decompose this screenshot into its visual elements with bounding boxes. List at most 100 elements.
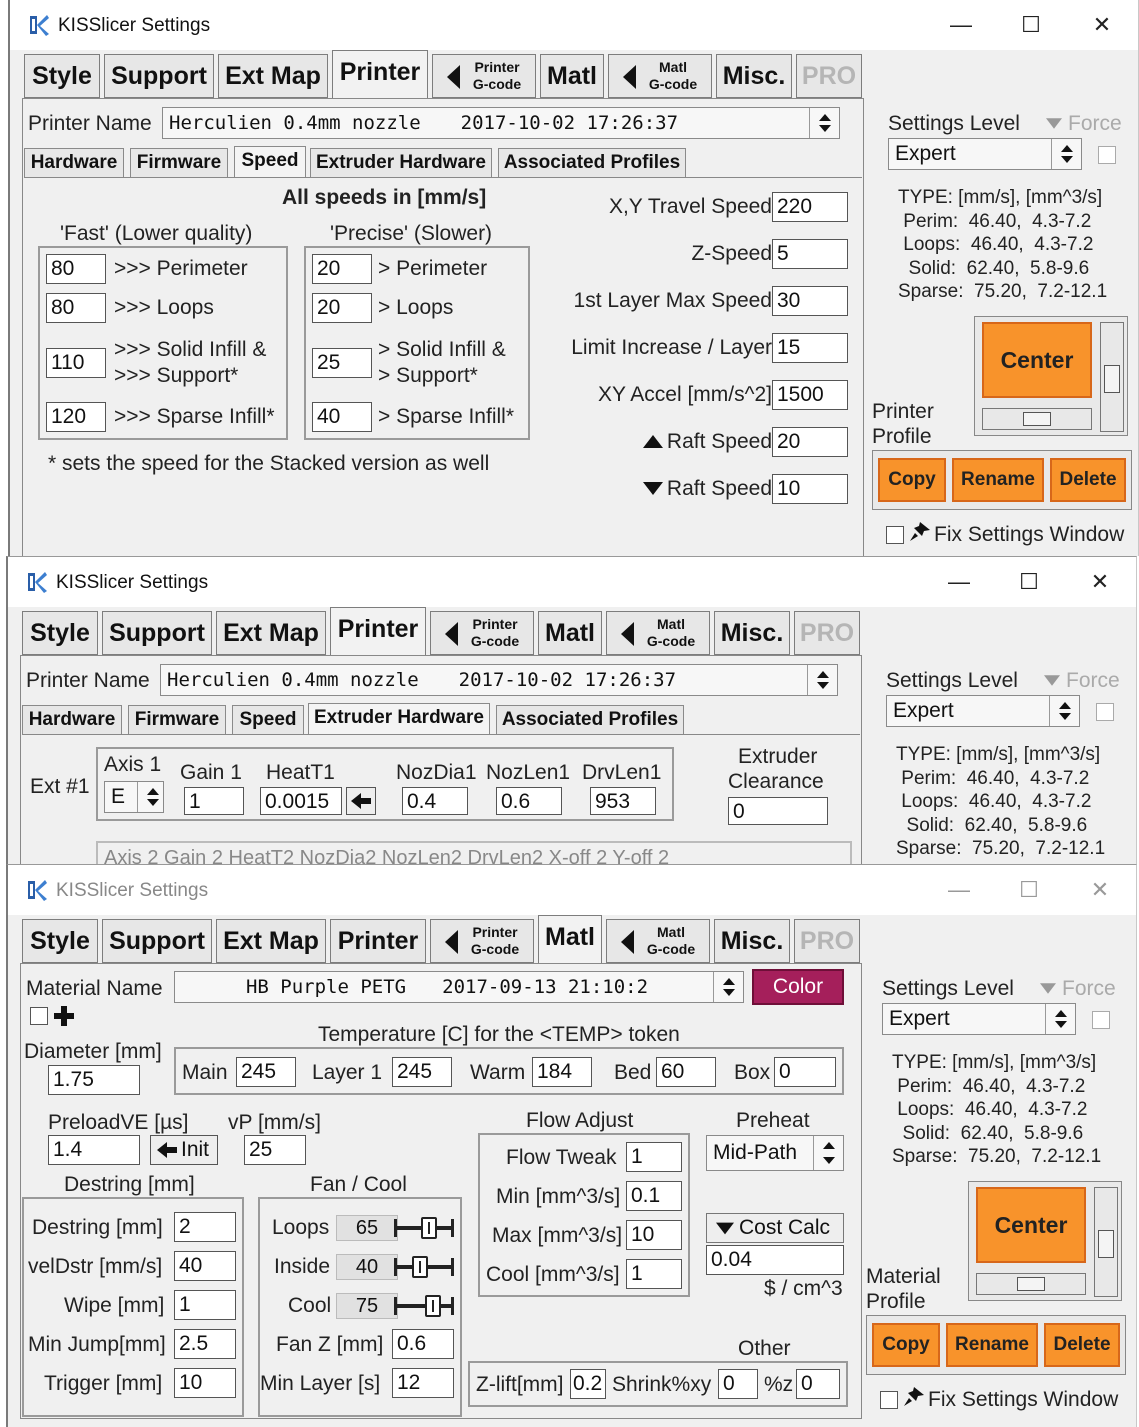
minimize-icon[interactable]: —	[940, 567, 978, 597]
tab-style[interactable]: Style	[22, 919, 98, 963]
fix-settings-checkbox[interactable]	[886, 526, 904, 544]
delete-button[interactable]: Delete	[1050, 458, 1126, 502]
scroll-thumb[interactable]	[1098, 1230, 1114, 1258]
center-button[interactable]: Center	[982, 322, 1092, 398]
vertical-scrollbar[interactable]	[1094, 1187, 1118, 1297]
zlift-input[interactable]: 0.2	[570, 1369, 606, 1399]
tab-matl-gcode[interactable]: Matl G-code	[606, 919, 710, 963]
copy-button[interactable]: Copy	[878, 458, 946, 502]
subtab-hardware[interactable]: Hardware	[22, 705, 122, 735]
vertical-scrollbar[interactable]	[1100, 322, 1124, 432]
min-layer-input[interactable]: 12	[392, 1368, 454, 1398]
rename-button[interactable]: Rename	[952, 458, 1044, 502]
close-icon[interactable]: ✕	[1081, 567, 1119, 597]
preheat-select[interactable]: Mid-Path	[706, 1135, 844, 1171]
raft-speed-up-input[interactable]: 20	[772, 427, 848, 457]
color-button[interactable]: Color	[752, 969, 844, 1005]
precise-loops-input[interactable]: 20	[312, 293, 372, 323]
precise-sparse-input[interactable]: 40	[312, 402, 372, 432]
fast-perimeter-input[interactable]: 80	[46, 254, 106, 284]
tab-style[interactable]: Style	[22, 611, 98, 655]
subtab-speed[interactable]: Speed	[232, 705, 304, 735]
tab-printer-gcode[interactable]: Printer G-code	[432, 54, 536, 98]
close-icon[interactable]: ✕	[1083, 10, 1121, 40]
slider-knob[interactable]	[421, 1217, 438, 1239]
title-bar[interactable]: KISSlicer Settings — ☐ ✕	[10, 0, 1138, 50]
printer-name-select[interactable]: Herculien 0.4mm nozzle 2017-10-02 17:26:3…	[160, 664, 838, 696]
shrinkz-input[interactable]: 0	[796, 1369, 840, 1399]
tab-support[interactable]: Support	[102, 611, 212, 655]
slider-knob[interactable]	[425, 1295, 441, 1317]
fan-inside-slider[interactable]	[394, 1254, 454, 1280]
fast-solid-input[interactable]: 110	[46, 348, 106, 378]
tab-ext-map[interactable]: Ext Map	[216, 611, 326, 655]
clearance-input[interactable]: 0	[728, 797, 828, 825]
horizontal-scrollbar[interactable]	[976, 1273, 1086, 1295]
tab-printer-gcode[interactable]: Printer G-code	[430, 919, 534, 963]
tab-matl-gcode[interactable]: Matl G-code	[606, 611, 710, 655]
subtab-associated-profiles[interactable]: Associated Profiles	[496, 705, 684, 735]
tab-matl[interactable]: Matl	[538, 915, 602, 963]
flow-tweak-input[interactable]: 1	[626, 1142, 682, 1172]
xy-accel-input[interactable]: 1500	[772, 380, 848, 410]
minimize-icon[interactable]: —	[940, 875, 978, 905]
subtab-extruder-hardware[interactable]: Extruder Hardware	[310, 148, 492, 178]
shrinkxy-input[interactable]: 0	[718, 1369, 758, 1399]
subtab-extruder-hardware[interactable]: Extruder Hardware	[308, 703, 490, 735]
preload-input[interactable]: 1.4	[48, 1135, 140, 1165]
tab-style[interactable]: Style	[24, 54, 100, 98]
limit-increase-input[interactable]: 15	[772, 333, 848, 363]
fanz-input[interactable]: 0.6	[392, 1329, 454, 1359]
maximize-icon[interactable]: ☐	[1010, 567, 1048, 597]
tab-pro[interactable]: PRO	[796, 54, 862, 98]
temp-box-input[interactable]: 0	[774, 1057, 836, 1087]
add-material-checkbox[interactable]	[30, 1007, 48, 1025]
destring-input[interactable]: 2	[174, 1212, 236, 1242]
subtab-associated-profiles[interactable]: Associated Profiles	[498, 148, 686, 178]
force-checkbox[interactable]	[1092, 1011, 1110, 1029]
close-icon[interactable]: ✕	[1081, 875, 1119, 905]
minimize-icon[interactable]: —	[942, 10, 980, 40]
drvlen-input[interactable]: 953	[590, 787, 656, 815]
precise-perimeter-input[interactable]: 20	[312, 254, 372, 284]
diameter-input[interactable]: 1.75	[48, 1065, 140, 1095]
nozlen-input[interactable]: 0.6	[496, 787, 562, 815]
printer-name-select[interactable]: Herculien 0.4mm nozzle 2017-10-02 17:26:3…	[162, 107, 840, 139]
center-button[interactable]: Center	[976, 1187, 1086, 1263]
subtab-firmware[interactable]: Firmware	[130, 148, 228, 178]
settings-level-select[interactable]: Expert	[882, 1003, 1076, 1035]
fan-loops-slider[interactable]	[394, 1215, 454, 1241]
init-button[interactable]: Init	[150, 1135, 218, 1165]
scroll-thumb[interactable]	[1104, 365, 1120, 393]
copy-button[interactable]: Copy	[872, 1323, 940, 1367]
heat-input[interactable]: 0.0015	[260, 787, 342, 815]
temp-warm-input[interactable]: 184	[532, 1057, 592, 1087]
tab-misc[interactable]: Misc.	[714, 919, 790, 963]
fan-cool-slider[interactable]	[394, 1293, 454, 1319]
tab-misc[interactable]: Misc.	[714, 611, 790, 655]
z-speed-input[interactable]: 5	[772, 239, 848, 269]
horizontal-scrollbar[interactable]	[982, 408, 1092, 430]
plus-icon[interactable]	[54, 1006, 74, 1026]
tab-support[interactable]: Support	[102, 919, 212, 963]
cost-input[interactable]: 0.04	[706, 1245, 844, 1275]
settings-level-select[interactable]: Expert	[888, 138, 1082, 170]
material-name-select[interactable]: HB Purple PETG 2017-09-13 21:10:2	[174, 971, 744, 1003]
fast-sparse-input[interactable]: 120	[46, 402, 106, 432]
temp-bed-input[interactable]: 60	[656, 1057, 716, 1087]
subtab-speed[interactable]: Speed	[234, 146, 306, 178]
raft-speed-down-input[interactable]: 10	[772, 474, 848, 504]
rename-button[interactable]: Rename	[946, 1323, 1038, 1367]
subtab-hardware[interactable]: Hardware	[24, 148, 124, 178]
vp-input[interactable]: 25	[244, 1135, 306, 1165]
tab-printer-gcode[interactable]: Printer G-code	[430, 611, 534, 655]
title-bar[interactable]: KISSlicer Settings — ☐ ✕	[8, 865, 1136, 915]
title-bar[interactable]: KISSlicer Settings — ☐ ✕	[8, 557, 1136, 607]
flow-min-input[interactable]: 0.1	[626, 1181, 682, 1211]
tab-ext-map[interactable]: Ext Map	[216, 919, 326, 963]
axis-select[interactable]: E	[104, 781, 164, 813]
tab-pro[interactable]: PRO	[794, 919, 860, 963]
precise-solid-input[interactable]: 25	[312, 348, 372, 378]
heat-arrow-button[interactable]	[346, 787, 376, 815]
maximize-icon[interactable]: ☐	[1010, 875, 1048, 905]
